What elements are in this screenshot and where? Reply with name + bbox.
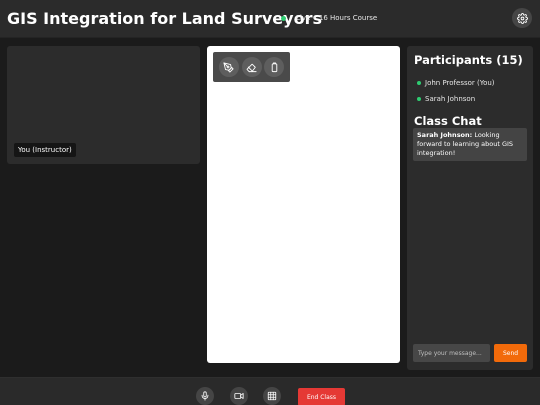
header: GIS Integration for Land Surveyors Live … bbox=[0, 0, 540, 38]
pen-tool-button[interactable] bbox=[218, 57, 239, 77]
eraser-tool-button[interactable] bbox=[241, 57, 262, 77]
online-indicator bbox=[417, 97, 421, 101]
camera-button[interactable] bbox=[230, 387, 248, 405]
participant-item: John Professor (You) bbox=[417, 78, 495, 88]
eraser-icon bbox=[246, 63, 257, 72]
message-author: Sarah Johnson: bbox=[417, 131, 473, 139]
camera-icon bbox=[234, 393, 244, 399]
course-status: Live • 16 Hours Course bbox=[296, 14, 378, 22]
live-indicator bbox=[281, 16, 286, 21]
clear-tool-button[interactable] bbox=[264, 57, 285, 77]
page-title: GIS Integration for Land Surveyors bbox=[7, 9, 322, 28]
whiteboard-canvas[interactable] bbox=[207, 46, 400, 363]
whiteboard-grid-button[interactable] bbox=[263, 387, 281, 405]
microphone-button[interactable] bbox=[196, 387, 214, 405]
microphone-icon bbox=[201, 391, 209, 401]
send-button[interactable]: Send bbox=[494, 344, 527, 362]
gear-icon bbox=[516, 12, 528, 24]
sidebar: Participants (15) John Professor (You) S… bbox=[407, 46, 533, 370]
settings-button[interactable] bbox=[512, 8, 532, 28]
whiteboard-toolbar bbox=[213, 52, 290, 82]
chat-message: Sarah Johnson: Looking forward to learni… bbox=[413, 128, 527, 161]
chat-title: Class Chat bbox=[414, 114, 482, 128]
clear-icon bbox=[271, 61, 277, 72]
participant-item: Sarah Johnson bbox=[417, 94, 475, 104]
participant-name: Sarah Johnson bbox=[425, 95, 476, 103]
control-bar: End Class bbox=[0, 377, 540, 405]
instructor-video: You (Instructor) bbox=[7, 46, 200, 164]
end-class-button[interactable]: End Class bbox=[298, 388, 345, 405]
participant-name: John Professor (You) bbox=[425, 79, 495, 87]
participants-title: Participants (15) bbox=[414, 53, 523, 67]
chat-input[interactable] bbox=[413, 344, 490, 362]
pen-icon bbox=[223, 61, 234, 73]
grid-icon bbox=[267, 391, 277, 401]
online-indicator bbox=[417, 81, 421, 85]
video-label: You (Instructor) bbox=[14, 143, 76, 157]
